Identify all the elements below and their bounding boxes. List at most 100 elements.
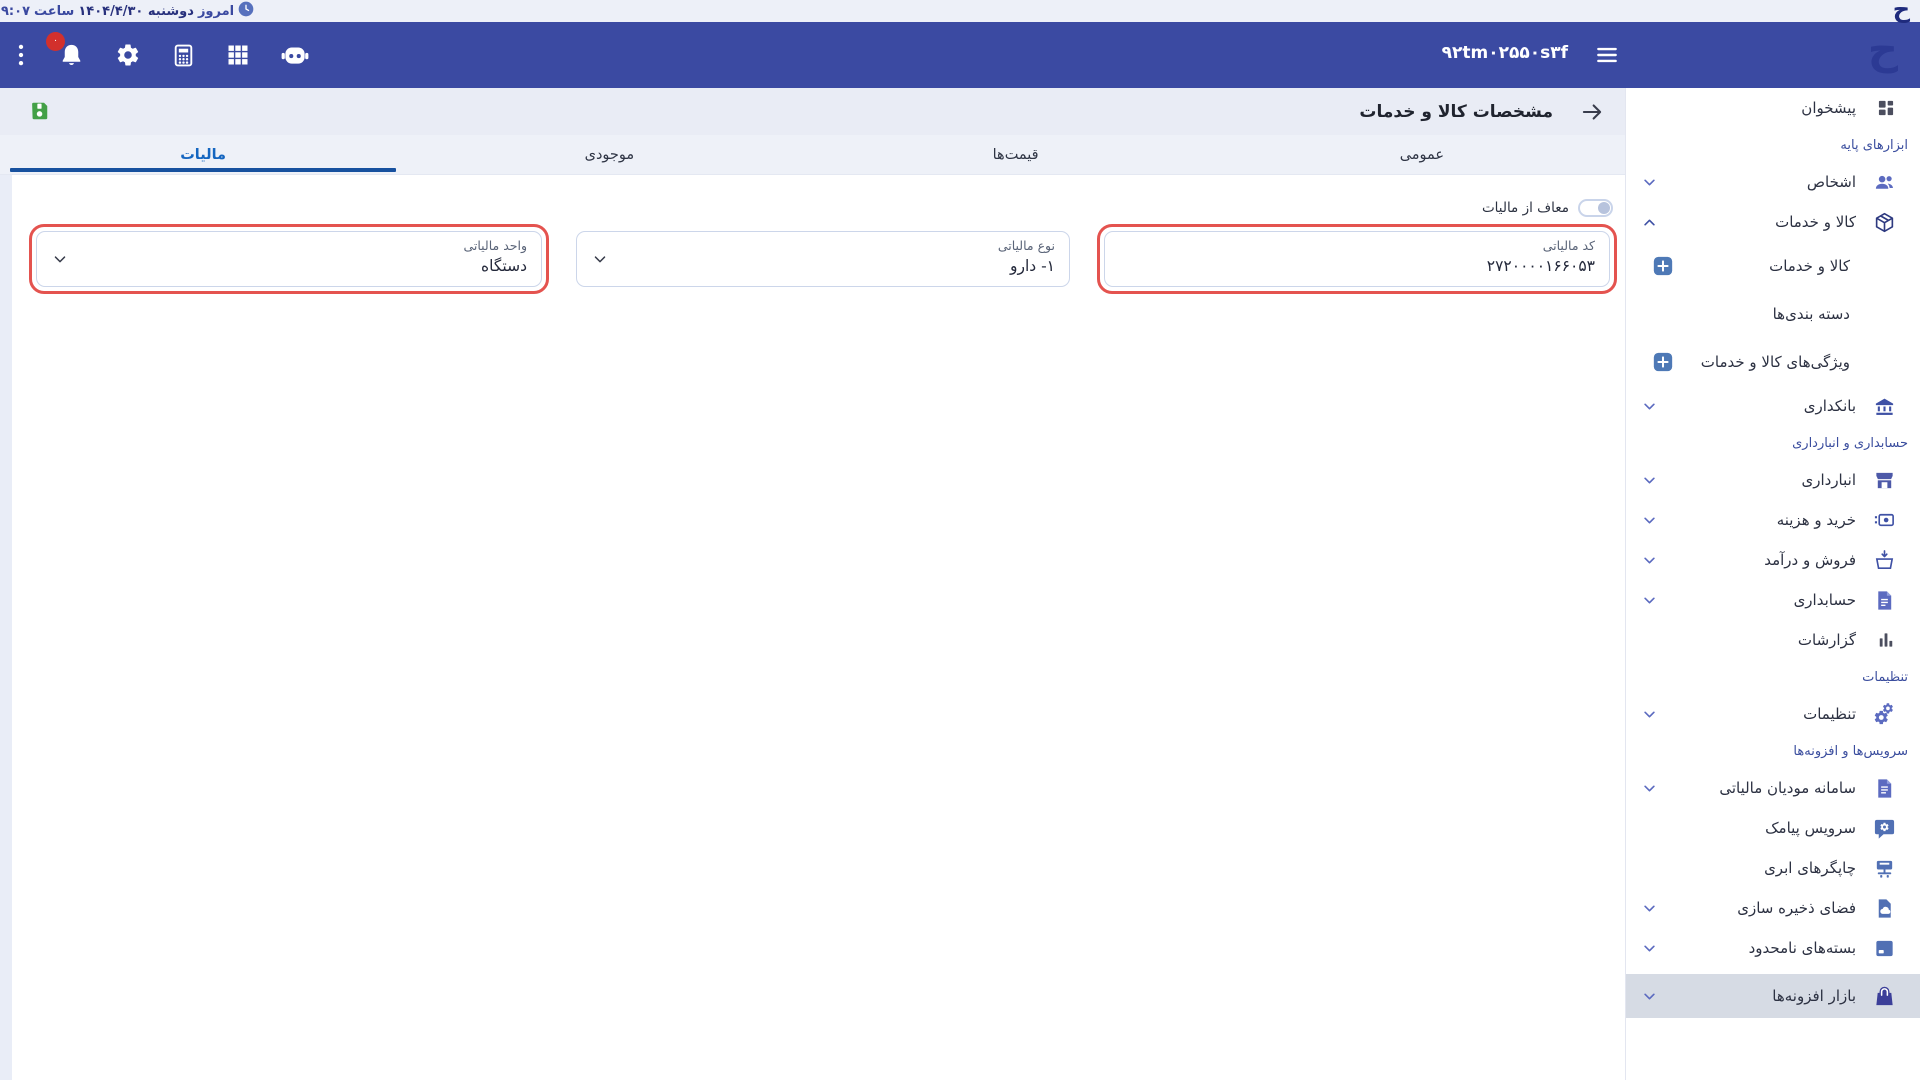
- sidebar-item-تنظیمات[interactable]: تنظیمات: [1626, 694, 1920, 734]
- sidebar-item-label: پیشخوان: [1801, 99, 1856, 117]
- sidebar-item-کالا و خدمات[interactable]: کالا و خدمات: [1626, 242, 1920, 290]
- dashboard-icon: [1876, 98, 1896, 118]
- chevron-down-icon: [1642, 941, 1657, 956]
- chevron-down-icon: [1642, 593, 1657, 608]
- status-bar: امروز دوشنبه ۱۴۰۴/۴/۳۰ ساعت ۹:۰۷ ح: [0, 0, 1920, 22]
- tax-unit-field[interactable]: واحد مالیاتیدستگاه: [36, 231, 542, 287]
- tab-عمومی[interactable]: عمومی: [1219, 135, 1625, 174]
- add-button[interactable]: [1652, 351, 1674, 373]
- package-icon: [1873, 937, 1896, 960]
- sidebar-section-تنظیمات: تنظیمات: [1626, 660, 1920, 694]
- sidebar-item-فروش و درآمد[interactable]: فروش و درآمد: [1626, 540, 1920, 580]
- tax-code-label: کد مالیاتی: [1119, 238, 1595, 253]
- sidebar-item-label: فروش و درآمد: [1764, 551, 1856, 569]
- sidebar-item-label: فضای ذخیره سازی: [1737, 899, 1856, 917]
- sidebar-item-label: کالا و خدمات: [1769, 257, 1850, 275]
- chevron-up-icon: [1642, 215, 1657, 230]
- sidebar-item-فضای ذخیره سازی[interactable]: فضای ذخیره سازی: [1626, 888, 1920, 928]
- main-content: معاف از مالیات کد مالیاتی۲۷۲۰۰۰۰۱۶۶۰۵۳ نو…: [0, 175, 1625, 1080]
- tabs: عمومیقیمت‌هاموجودیمالیات: [0, 135, 1625, 175]
- save-button[interactable]: [28, 100, 50, 126]
- tax-exempt-switch[interactable]: [1578, 199, 1613, 217]
- tax-unit-value: دستگاه: [51, 257, 527, 275]
- tax-type-label: نوع مالیاتی: [591, 238, 1055, 253]
- sidebar-item-بسته‌های نامحدود[interactable]: بسته‌های نامحدود: [1626, 928, 1920, 968]
- cloud-printer-icon: [1873, 857, 1896, 880]
- chevron-down-icon: [1642, 513, 1657, 528]
- sidebar-item-label: سامانه مودیان مالیاتی: [1719, 779, 1856, 797]
- notifications-bell-icon[interactable]: ۰: [58, 42, 85, 69]
- store-icon: [1873, 469, 1896, 492]
- sidebar-item-سرویس پیامک[interactable]: سرویس پیامک: [1626, 808, 1920, 848]
- sidebar-item-پیشخوان[interactable]: پیشخوان: [1626, 88, 1920, 128]
- hamburger-menu-icon[interactable]: [1594, 42, 1620, 72]
- sidebar-item-label: تنظیمات: [1803, 705, 1856, 723]
- assistant-robot-icon[interactable]: [280, 42, 310, 68]
- sidebar-item-کالا و خدمات[interactable]: کالا و خدمات: [1626, 202, 1920, 242]
- app-window: { "statusbar": { "today_label": "امروز",…: [0, 0, 1920, 1080]
- bag-icon: [1873, 985, 1896, 1008]
- tax-type-value: ۱- دارو: [591, 257, 1055, 275]
- sidebar-item-ویژگی‌های کالا و خدمات[interactable]: ویژگی‌های کالا و خدمات: [1626, 338, 1920, 386]
- tab-موجودی[interactable]: موجودی: [406, 135, 812, 174]
- sidebar-item-label: چاپگرهای ابری: [1764, 859, 1856, 877]
- sidebar-item-بانکداری[interactable]: بانکداری: [1626, 386, 1920, 426]
- chevron-down-icon: [1642, 781, 1657, 796]
- sidebar-item-دسته بندی‌ها[interactable]: دسته بندی‌ها: [1626, 290, 1920, 338]
- sidebar-item-label: سرویس پیامک: [1765, 819, 1856, 837]
- chevron-down-icon: [1642, 553, 1657, 568]
- chevron-down-icon: [1642, 707, 1657, 722]
- sidebar-item-label: انبارداری: [1801, 471, 1856, 489]
- cash-icon: [1873, 509, 1896, 532]
- tax-code-field[interactable]: کد مالیاتی۲۷۲۰۰۰۰۱۶۶۰۵۳: [1104, 231, 1610, 287]
- kebab-menu-icon[interactable]: [14, 42, 28, 68]
- sidebar-item-label: دسته بندی‌ها: [1773, 305, 1850, 323]
- tax-document-icon: [1873, 777, 1896, 800]
- sidebar-item-انبارداری[interactable]: انبارداری: [1626, 460, 1920, 500]
- chevron-down-icon: [591, 250, 609, 268]
- workspace-id[interactable]: ۹۲tm۰۲۵۵۰s۳f: [1442, 43, 1568, 63]
- navbar-icon-group: ۰: [14, 22, 310, 88]
- tax-type-field[interactable]: نوع مالیاتی ۱- دارو: [576, 231, 1070, 287]
- tax-unit-highlight-ring: واحد مالیاتیدستگاه: [29, 224, 549, 294]
- settings-gear-icon[interactable]: [115, 42, 141, 68]
- switch-knob: [1598, 202, 1610, 214]
- sidebar-item-label: اشخاص: [1807, 173, 1856, 191]
- basket-icon: [1873, 549, 1896, 572]
- back-arrow-icon[interactable]: [1579, 99, 1605, 125]
- sidebar-item-label: خرید و هزینه: [1777, 511, 1856, 529]
- sidebar-item-خرید و هزینه[interactable]: خرید و هزینه: [1626, 500, 1920, 540]
- box-icon: [1873, 211, 1896, 234]
- title-group: مشخصات کالا و خدمات: [1359, 88, 1605, 135]
- apps-grid-icon[interactable]: [226, 43, 250, 67]
- sidebar-item-گزارشات[interactable]: گزارشات: [1626, 620, 1920, 660]
- add-button[interactable]: [1652, 255, 1674, 277]
- vertical-scrollbar-track[interactable]: [0, 175, 12, 1080]
- chevron-down-icon: [1642, 175, 1657, 190]
- sidebar-section-ابزارهای پایه: ابزارهای پایه: [1626, 128, 1920, 162]
- tax-exempt-label: معاف از مالیات: [1482, 200, 1569, 216]
- gears-icon: [1873, 703, 1896, 726]
- sidebar-item-بازار افزونه‌ها[interactable]: بازار افزونه‌ها: [1626, 974, 1920, 1018]
- page-header: مشخصات کالا و خدمات: [0, 88, 1625, 135]
- today-label: امروز: [198, 4, 234, 19]
- tab-مالیات[interactable]: مالیات: [0, 135, 406, 174]
- sidebar-item-label: گزارشات: [1798, 631, 1856, 649]
- tab-قیمت‌ها[interactable]: قیمت‌ها: [813, 135, 1219, 174]
- sidebar-section-سرویس‌ها و افزونه‌ها: سرویس‌ها و افزونه‌ها: [1626, 734, 1920, 768]
- time-text: ۹:۰۷: [1, 4, 30, 19]
- sidebar-item-label: حسابداری: [1794, 591, 1856, 609]
- sidebar-item-چاپگرهای ابری[interactable]: چاپگرهای ابری: [1626, 848, 1920, 888]
- tax-fields-row: کد مالیاتی۲۷۲۰۰۰۰۱۶۶۰۵۳ نوع مالیاتی ۱- دار…: [29, 224, 1617, 294]
- sidebar-item-label: ویژگی‌های کالا و خدمات: [1701, 353, 1850, 371]
- tax-type-highlight-ring: نوع مالیاتی ۱- دارو: [569, 224, 1077, 294]
- calculator-icon[interactable]: [171, 43, 196, 68]
- chevron-down-icon: [1642, 473, 1657, 488]
- date-text: دوشنبه ۱۴۰۴/۴/۳۰: [78, 4, 194, 19]
- sidebar-item-label: کالا و خدمات: [1775, 213, 1856, 231]
- sidebar-item-label: بانکداری: [1804, 397, 1856, 415]
- page-title: مشخصات کالا و خدمات: [1359, 102, 1553, 122]
- sidebar-item-اشخاص[interactable]: اشخاص: [1626, 162, 1920, 202]
- sidebar-item-حسابداری[interactable]: حسابداری: [1626, 580, 1920, 620]
- sidebar-item-سامانه مودیان مالیاتی[interactable]: سامانه مودیان مالیاتی: [1626, 768, 1920, 808]
